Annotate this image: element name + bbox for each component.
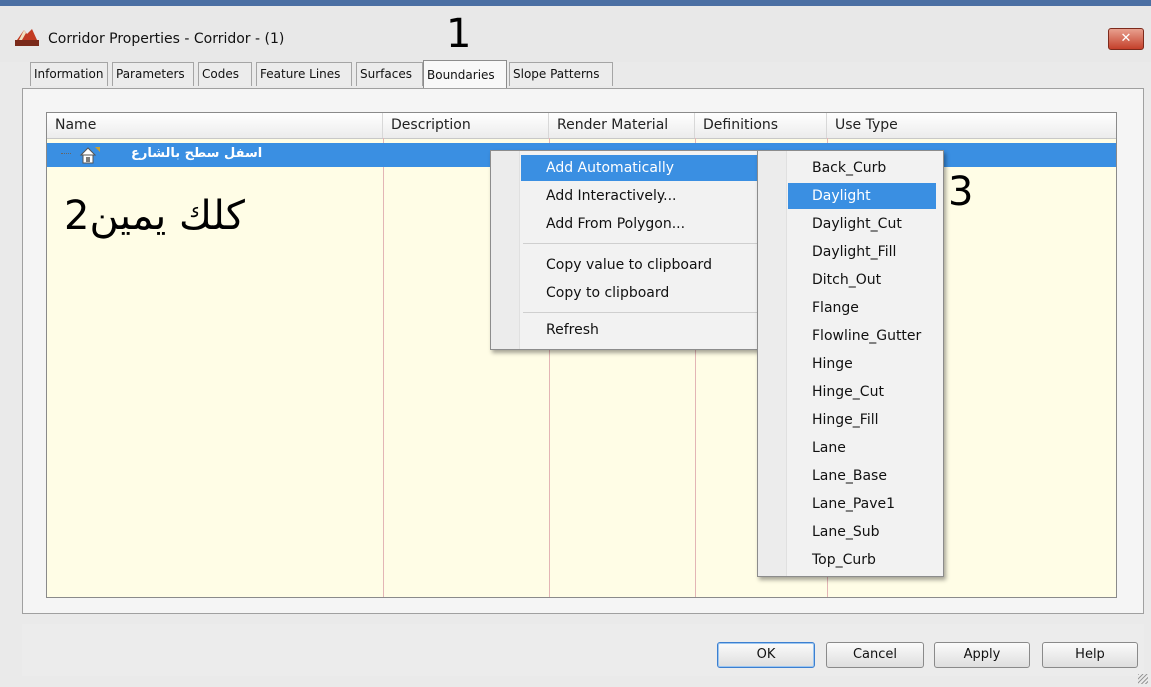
- tab-slope-patterns[interactable]: Slope Patterns: [509, 62, 613, 86]
- annotation-1: 1: [446, 11, 472, 57]
- submenu-item[interactable]: Lane_Sub: [758, 519, 880, 545]
- apply-button[interactable]: Apply: [934, 642, 1030, 668]
- annotation-3: 3: [948, 169, 974, 215]
- submenu-item[interactable]: Lane_Pave1: [758, 491, 895, 517]
- tab-feature-lines[interactable]: Feature Lines: [256, 62, 352, 86]
- boundary-house-icon: [79, 147, 100, 164]
- submenu-item[interactable]: Daylight_Fill: [758, 239, 896, 265]
- window-title: Corridor Properties - Corridor - (1): [48, 31, 285, 47]
- tab-boundaries[interactable]: Boundaries: [423, 60, 507, 88]
- civil3d-app-icon: [15, 29, 39, 46]
- submenu-add-automatically: Back_Curb Daylight Daylight_Cut Daylight…: [757, 150, 944, 577]
- col-header-name[interactable]: Name: [47, 113, 383, 138]
- menu-item-add-automatically[interactable]: Add Automatically ▶: [521, 155, 787, 181]
- dialog-window: Corridor Properties - Corridor - (1) ✕ I…: [0, 0, 1151, 687]
- col-header-definitions[interactable]: Definitions: [695, 113, 827, 138]
- context-menu: Add Automatically ▶ Add Interactively...…: [490, 150, 787, 350]
- submenu-item[interactable]: Ditch_Out: [758, 267, 881, 293]
- row-name-cell[interactable]: اسفل سطح بالشارع: [131, 144, 262, 164]
- menu-separator: [523, 243, 763, 244]
- column-divider: [383, 138, 384, 597]
- menu-item-refresh[interactable]: Refresh: [491, 317, 599, 343]
- menu-item-copy-value[interactable]: Copy value to clipboard: [491, 252, 712, 278]
- submenu-item[interactable]: Lane: [758, 435, 846, 461]
- col-header-description[interactable]: Description: [383, 113, 549, 138]
- submenu-item[interactable]: Flange: [758, 295, 859, 321]
- submenu-item[interactable]: Hinge_Fill: [758, 407, 879, 433]
- submenu-item[interactable]: Hinge_Cut: [758, 379, 884, 405]
- tab-surfaces[interactable]: Surfaces: [356, 62, 423, 86]
- annotation-2: كلك يمين2: [64, 193, 245, 239]
- tab-parameters[interactable]: Parameters: [112, 62, 194, 86]
- title-bar: Corridor Properties - Corridor - (1) ✕: [0, 6, 1151, 62]
- ok-button[interactable]: OK: [717, 642, 815, 668]
- submenu-item[interactable]: Top_Curb: [758, 547, 876, 573]
- menu-item-label: Add Automatically: [546, 160, 674, 176]
- submenu-item[interactable]: Flowline_Gutter: [758, 323, 921, 349]
- tab-information[interactable]: Information: [30, 62, 108, 86]
- tree-connector: [61, 153, 71, 154]
- submenu-item[interactable]: Daylight_Cut: [758, 211, 902, 237]
- tab-codes[interactable]: Codes: [198, 62, 252, 86]
- submenu-item[interactable]: Back_Curb: [758, 155, 886, 181]
- grid-header: Name Description Render Material Definit…: [47, 113, 1116, 139]
- cancel-button[interactable]: Cancel: [826, 642, 924, 668]
- col-header-render-material[interactable]: Render Material: [549, 113, 695, 138]
- col-header-use-type[interactable]: Use Type: [827, 113, 1116, 138]
- submenu-item-selected[interactable]: Daylight: [788, 183, 936, 209]
- resize-grip-icon[interactable]: [1138, 674, 1148, 684]
- help-button[interactable]: Help: [1042, 642, 1138, 668]
- submenu-item[interactable]: Hinge: [758, 351, 853, 377]
- menu-item-add-interactively[interactable]: Add Interactively...: [491, 183, 677, 209]
- close-button[interactable]: ✕: [1108, 28, 1144, 50]
- menu-item-copy-to-clipboard[interactable]: Copy to clipboard: [491, 280, 669, 306]
- submenu-item[interactable]: Lane_Base: [758, 463, 887, 489]
- menu-item-add-from-polygon[interactable]: Add From Polygon...: [491, 211, 685, 237]
- menu-separator: [523, 312, 763, 313]
